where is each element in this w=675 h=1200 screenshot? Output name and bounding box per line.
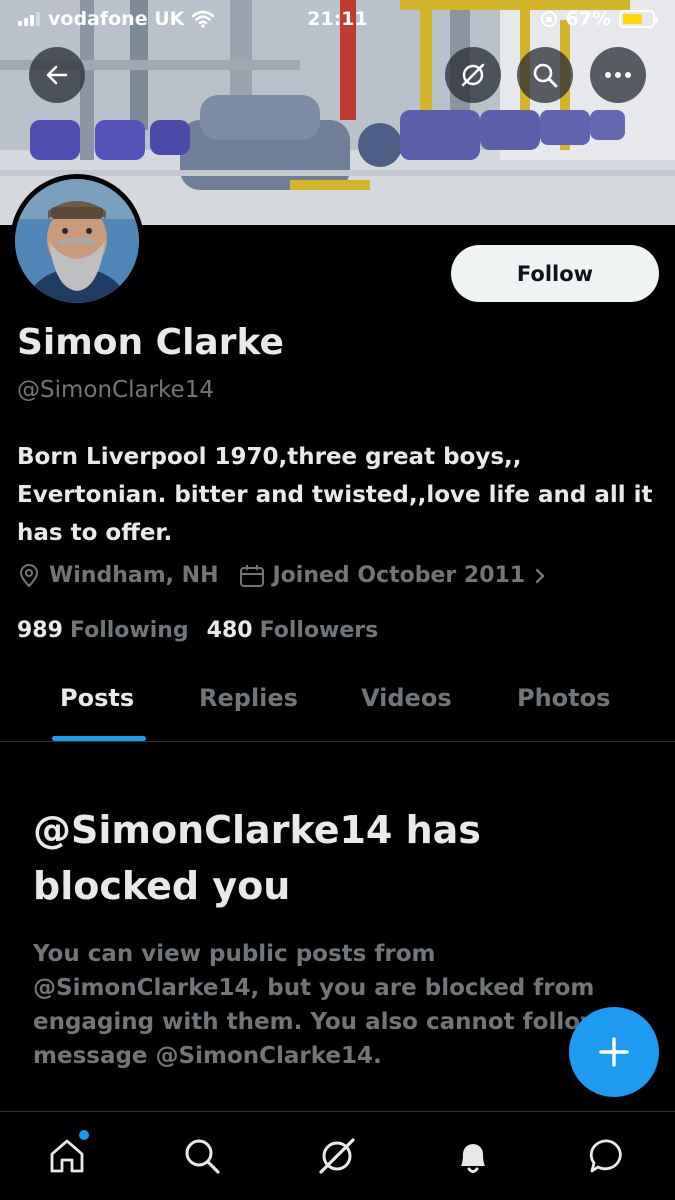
orientation-lock-icon <box>540 11 557 27</box>
nav-notifications[interactable] <box>451 1134 495 1178</box>
bottom-nav <box>0 1111 675 1200</box>
search-icon <box>533 63 558 88</box>
status-bar: vodafone UK 21:11 67% <box>0 0 675 40</box>
tab-replies[interactable]: Replies <box>199 684 298 712</box>
follow-counts: 989 Following 480 Followers <box>17 618 378 643</box>
search-icon <box>185 1139 220 1174</box>
active-tab-indicator <box>52 736 146 741</box>
following-count: 989 <box>17 618 63 643</box>
battery-percent: 67% <box>565 8 611 30</box>
unread-dot <box>79 1130 89 1140</box>
blocked-title: @SimonClarke14 has blocked you <box>33 808 481 908</box>
joined-date[interactable]: Joined October 2011 <box>239 563 548 588</box>
back-button[interactable] <box>29 47 85 103</box>
message-icon <box>589 1139 622 1173</box>
grok-icon <box>319 1138 355 1174</box>
location: Windham, NH <box>17 563 219 588</box>
location-text: Windham, NH <box>49 563 219 588</box>
following-link[interactable]: 989 Following <box>17 618 189 643</box>
nav-home[interactable] <box>45 1130 89 1178</box>
avatar[interactable] <box>10 174 144 308</box>
nav-grok[interactable] <box>315 1134 359 1178</box>
tab-posts[interactable]: Posts <box>60 684 134 712</box>
home-icon <box>50 1139 84 1173</box>
more-icon <box>605 72 631 78</box>
profile-meta: Windham, NH Joined October 2011 <box>17 563 559 588</box>
plus-icon <box>599 1037 629 1067</box>
compose-button[interactable] <box>569 1007 659 1097</box>
status-right: 67% <box>540 8 658 30</box>
followers-count: 480 <box>206 618 253 643</box>
calendar-icon <box>239 564 264 587</box>
followers-label: Followers <box>259 618 379 643</box>
display-name: Simon Clarke <box>17 322 284 363</box>
followers-link[interactable]: 480 Followers <box>207 618 379 643</box>
search-button[interactable] <box>517 47 573 103</box>
grok-icon <box>461 63 485 87</box>
bio: Born Liverpool 1970,three great boys,, E… <box>17 444 653 546</box>
nav-explore[interactable] <box>180 1134 224 1178</box>
tab-photos[interactable]: Photos <box>517 684 610 712</box>
username: @SimonClarke14 <box>17 377 214 403</box>
joined-text: Joined October 2011 <box>272 563 526 588</box>
follow-button[interactable]: Follow <box>451 245 659 302</box>
back-arrow-icon <box>46 65 68 85</box>
profile-tabs: Posts Replies Videos Photos <box>0 662 675 742</box>
nav-messages[interactable] <box>586 1134 630 1178</box>
avatar-image <box>15 179 139 303</box>
chevron-right-icon <box>535 568 545 583</box>
bell-icon <box>461 1144 485 1173</box>
battery-icon <box>619 10 658 28</box>
more-button[interactable] <box>590 47 646 103</box>
tab-videos[interactable]: Videos <box>361 684 452 712</box>
following-label: Following <box>69 618 189 643</box>
blocked-message: You can view public posts from @SimonCla… <box>33 941 637 1069</box>
grok-button[interactable] <box>445 47 501 103</box>
location-pin-icon <box>19 563 39 587</box>
